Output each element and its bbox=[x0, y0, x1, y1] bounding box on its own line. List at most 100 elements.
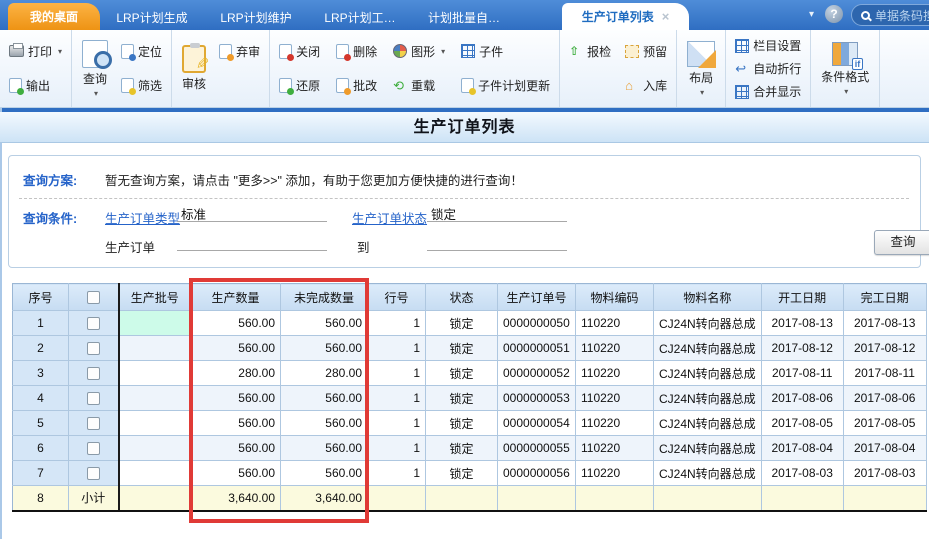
table-row: 5 560.00 560.00 1 锁定 0000000054 110220 C… bbox=[13, 411, 927, 436]
col-header-seq: 序号 bbox=[13, 284, 69, 311]
locate-button[interactable]: 定位 bbox=[118, 41, 165, 62]
table-row: 3 280.00 280.00 1 锁定 0000000052 110220 C… bbox=[13, 361, 927, 386]
export-icon bbox=[9, 78, 22, 93]
audit-clipboard-icon bbox=[182, 45, 206, 73]
close-order-button[interactable]: 关闭 bbox=[276, 41, 323, 62]
graph-button[interactable]: 图形 ▾ bbox=[390, 41, 448, 62]
tab-overflow-chevron-icon[interactable]: ▾ bbox=[809, 9, 814, 20]
query-scheme-label: 查询方案: bbox=[23, 170, 77, 189]
group-audit: 审核 弃审 bbox=[172, 30, 270, 107]
subtotal-unfinished-qty: 3,640.00 bbox=[281, 486, 368, 511]
table-row: 7 560.00 560.00 1 锁定 0000000056 110220 C… bbox=[13, 461, 927, 486]
batch-edit-icon bbox=[336, 78, 349, 93]
group-conditional-format: 条件格式 ▾ bbox=[811, 30, 880, 107]
tab-label: 生产订单列表 bbox=[582, 8, 654, 25]
tab-lrp-plan-work[interactable]: LRP计划工… bbox=[308, 4, 412, 30]
delete-button[interactable]: 删除 bbox=[333, 41, 380, 62]
close-tab-icon[interactable]: × bbox=[662, 9, 670, 24]
reserve-button[interactable]: 预留 bbox=[622, 41, 670, 62]
col-header-start-date: 开工日期 bbox=[761, 284, 843, 311]
group-query: 查询 ▾ 定位 筛选 bbox=[72, 30, 172, 107]
col-header-order-no: 生产订单号 bbox=[498, 284, 576, 311]
help-icon[interactable]: ? bbox=[825, 5, 843, 23]
row-checkbox[interactable] bbox=[87, 417, 100, 430]
row-checkbox[interactable] bbox=[87, 467, 100, 480]
row-checkbox[interactable] bbox=[87, 367, 100, 380]
layout-button[interactable]: 布局 ▾ bbox=[683, 34, 719, 103]
close-order-icon bbox=[279, 44, 292, 59]
locate-icon bbox=[121, 44, 134, 59]
table-row: 2 560.00 560.00 1 锁定 0000000051 110220 C… bbox=[13, 336, 927, 361]
child-parts-button[interactable]: 子件 bbox=[458, 41, 553, 62]
page-title: 生产订单列表 bbox=[0, 112, 929, 143]
print-button[interactable]: 打印 ▾ bbox=[6, 41, 65, 62]
row-checkbox[interactable] bbox=[87, 392, 100, 405]
col-header-status: 状态 bbox=[426, 284, 498, 311]
order-to-input[interactable] bbox=[427, 233, 567, 251]
group-display: 栏目设置 ↩ 自动折行 合并显示 bbox=[726, 30, 811, 107]
table-row: 6 560.00 560.00 1 锁定 0000000055 110220 C… bbox=[13, 436, 927, 461]
group-dispatch: ⇧ 报检 预留 ⌂ 入库 bbox=[560, 30, 677, 107]
order-type-label-link[interactable]: 生产订单类型 bbox=[105, 208, 180, 227]
top-tab-bar: 我的桌面 LRP计划生成 LRP计划维护 LRP计划工… 计划批量自… 生产订单… bbox=[0, 0, 929, 30]
warehouse-in-button[interactable]: ⌂ 入库 bbox=[622, 75, 670, 96]
subtotal-label: 小计 bbox=[69, 486, 119, 511]
table-row: 4 560.00 560.00 1 锁定 0000000053 110220 C… bbox=[13, 386, 927, 411]
export-button[interactable]: 输出 bbox=[6, 75, 65, 96]
col-header-material-name: 物料名称 bbox=[654, 284, 762, 311]
row-checkbox[interactable] bbox=[87, 342, 100, 355]
inspect-button[interactable]: ⇧ 报检 bbox=[566, 41, 614, 62]
merge-display-button[interactable]: 合并显示 bbox=[732, 81, 804, 102]
col-header-batch: 生产批号 bbox=[119, 284, 191, 311]
barcode-search-input[interactable]: 单据条码搜索 bbox=[851, 4, 929, 26]
group-edit: 关闭 还原 删除 批改 图形 ▾ ⟲ 重载 bbox=[270, 30, 560, 107]
conditional-format-button[interactable]: 条件格式 ▾ bbox=[817, 34, 873, 103]
column-settings-button[interactable]: 栏目设置 bbox=[732, 35, 804, 56]
query-submit-button[interactable]: 查询 bbox=[874, 230, 929, 255]
tab-production-order-list[interactable]: 生产订单列表 × bbox=[562, 3, 689, 30]
conditional-format-dropdown-icon[interactable]: ▾ bbox=[844, 87, 848, 96]
order-status-input[interactable]: 锁定 bbox=[427, 204, 567, 222]
order-from-input[interactable] bbox=[177, 233, 327, 251]
child-plan-update-icon bbox=[461, 78, 474, 93]
col-header-finish-date: 完工日期 bbox=[843, 284, 926, 311]
query-button[interactable]: 查询 ▾ bbox=[78, 34, 112, 103]
filter-button[interactable]: 筛选 bbox=[118, 75, 165, 96]
subtotal-qty: 3,640.00 bbox=[191, 486, 281, 511]
to-label: 到 bbox=[357, 237, 370, 256]
tab-plan-batch[interactable]: 计划批量自… bbox=[412, 4, 516, 30]
unaudit-icon bbox=[219, 44, 232, 59]
batch-edit-button[interactable]: 批改 bbox=[333, 75, 380, 96]
delete-icon bbox=[336, 44, 349, 59]
select-all-checkbox[interactable] bbox=[87, 291, 100, 304]
order-type-input[interactable]: 标准 bbox=[177, 204, 327, 222]
tab-lrp-plan-maintain[interactable]: LRP计划维护 bbox=[204, 4, 308, 30]
subtotal-row: 8 小计 3,640.00 3,640.00 bbox=[13, 486, 927, 511]
col-header-material-code: 物料编码 bbox=[576, 284, 654, 311]
column-settings-icon bbox=[735, 39, 749, 53]
print-dropdown-icon[interactable]: ▾ bbox=[58, 47, 62, 56]
restore-button[interactable]: 还原 bbox=[276, 75, 323, 96]
filter-funnel-icon bbox=[121, 78, 134, 93]
layout-icon bbox=[687, 41, 715, 67]
auto-wrap-button[interactable]: ↩ 自动折行 bbox=[732, 58, 804, 79]
selected-cell[interactable] bbox=[119, 311, 191, 336]
order-status-label-link[interactable]: 生产订单状态 bbox=[352, 208, 427, 227]
tab-lrp-plan-generate[interactable]: LRP计划生成 bbox=[100, 4, 204, 30]
row-checkbox[interactable] bbox=[87, 317, 100, 330]
header-row: 序号 生产批号 生产数量 未完成数量 行号 状态 生产订单号 物料编码 物料名称… bbox=[13, 284, 927, 311]
layout-dropdown-icon[interactable]: ▾ bbox=[700, 88, 704, 97]
reload-icon: ⟲ bbox=[393, 79, 407, 93]
row-checkbox[interactable] bbox=[87, 442, 100, 455]
reload-button[interactable]: ⟲ 重载 bbox=[390, 75, 448, 96]
unaudit-button[interactable]: 弃审 bbox=[216, 41, 263, 62]
child-plan-update-button[interactable]: 子件计划更新 bbox=[458, 75, 553, 96]
tab-my-desktop[interactable]: 我的桌面 bbox=[8, 3, 100, 30]
production-order-grid: 序号 生产批号 生产数量 未完成数量 行号 状态 生产订单号 物料编码 物料名称… bbox=[12, 283, 927, 512]
reserve-icon bbox=[625, 45, 639, 58]
divider bbox=[19, 198, 909, 199]
audit-button[interactable]: 审核 bbox=[178, 34, 210, 103]
col-header-select-all[interactable] bbox=[69, 284, 119, 311]
graph-dropdown-icon[interactable]: ▾ bbox=[441, 47, 445, 56]
query-dropdown-icon[interactable]: ▾ bbox=[94, 89, 98, 98]
